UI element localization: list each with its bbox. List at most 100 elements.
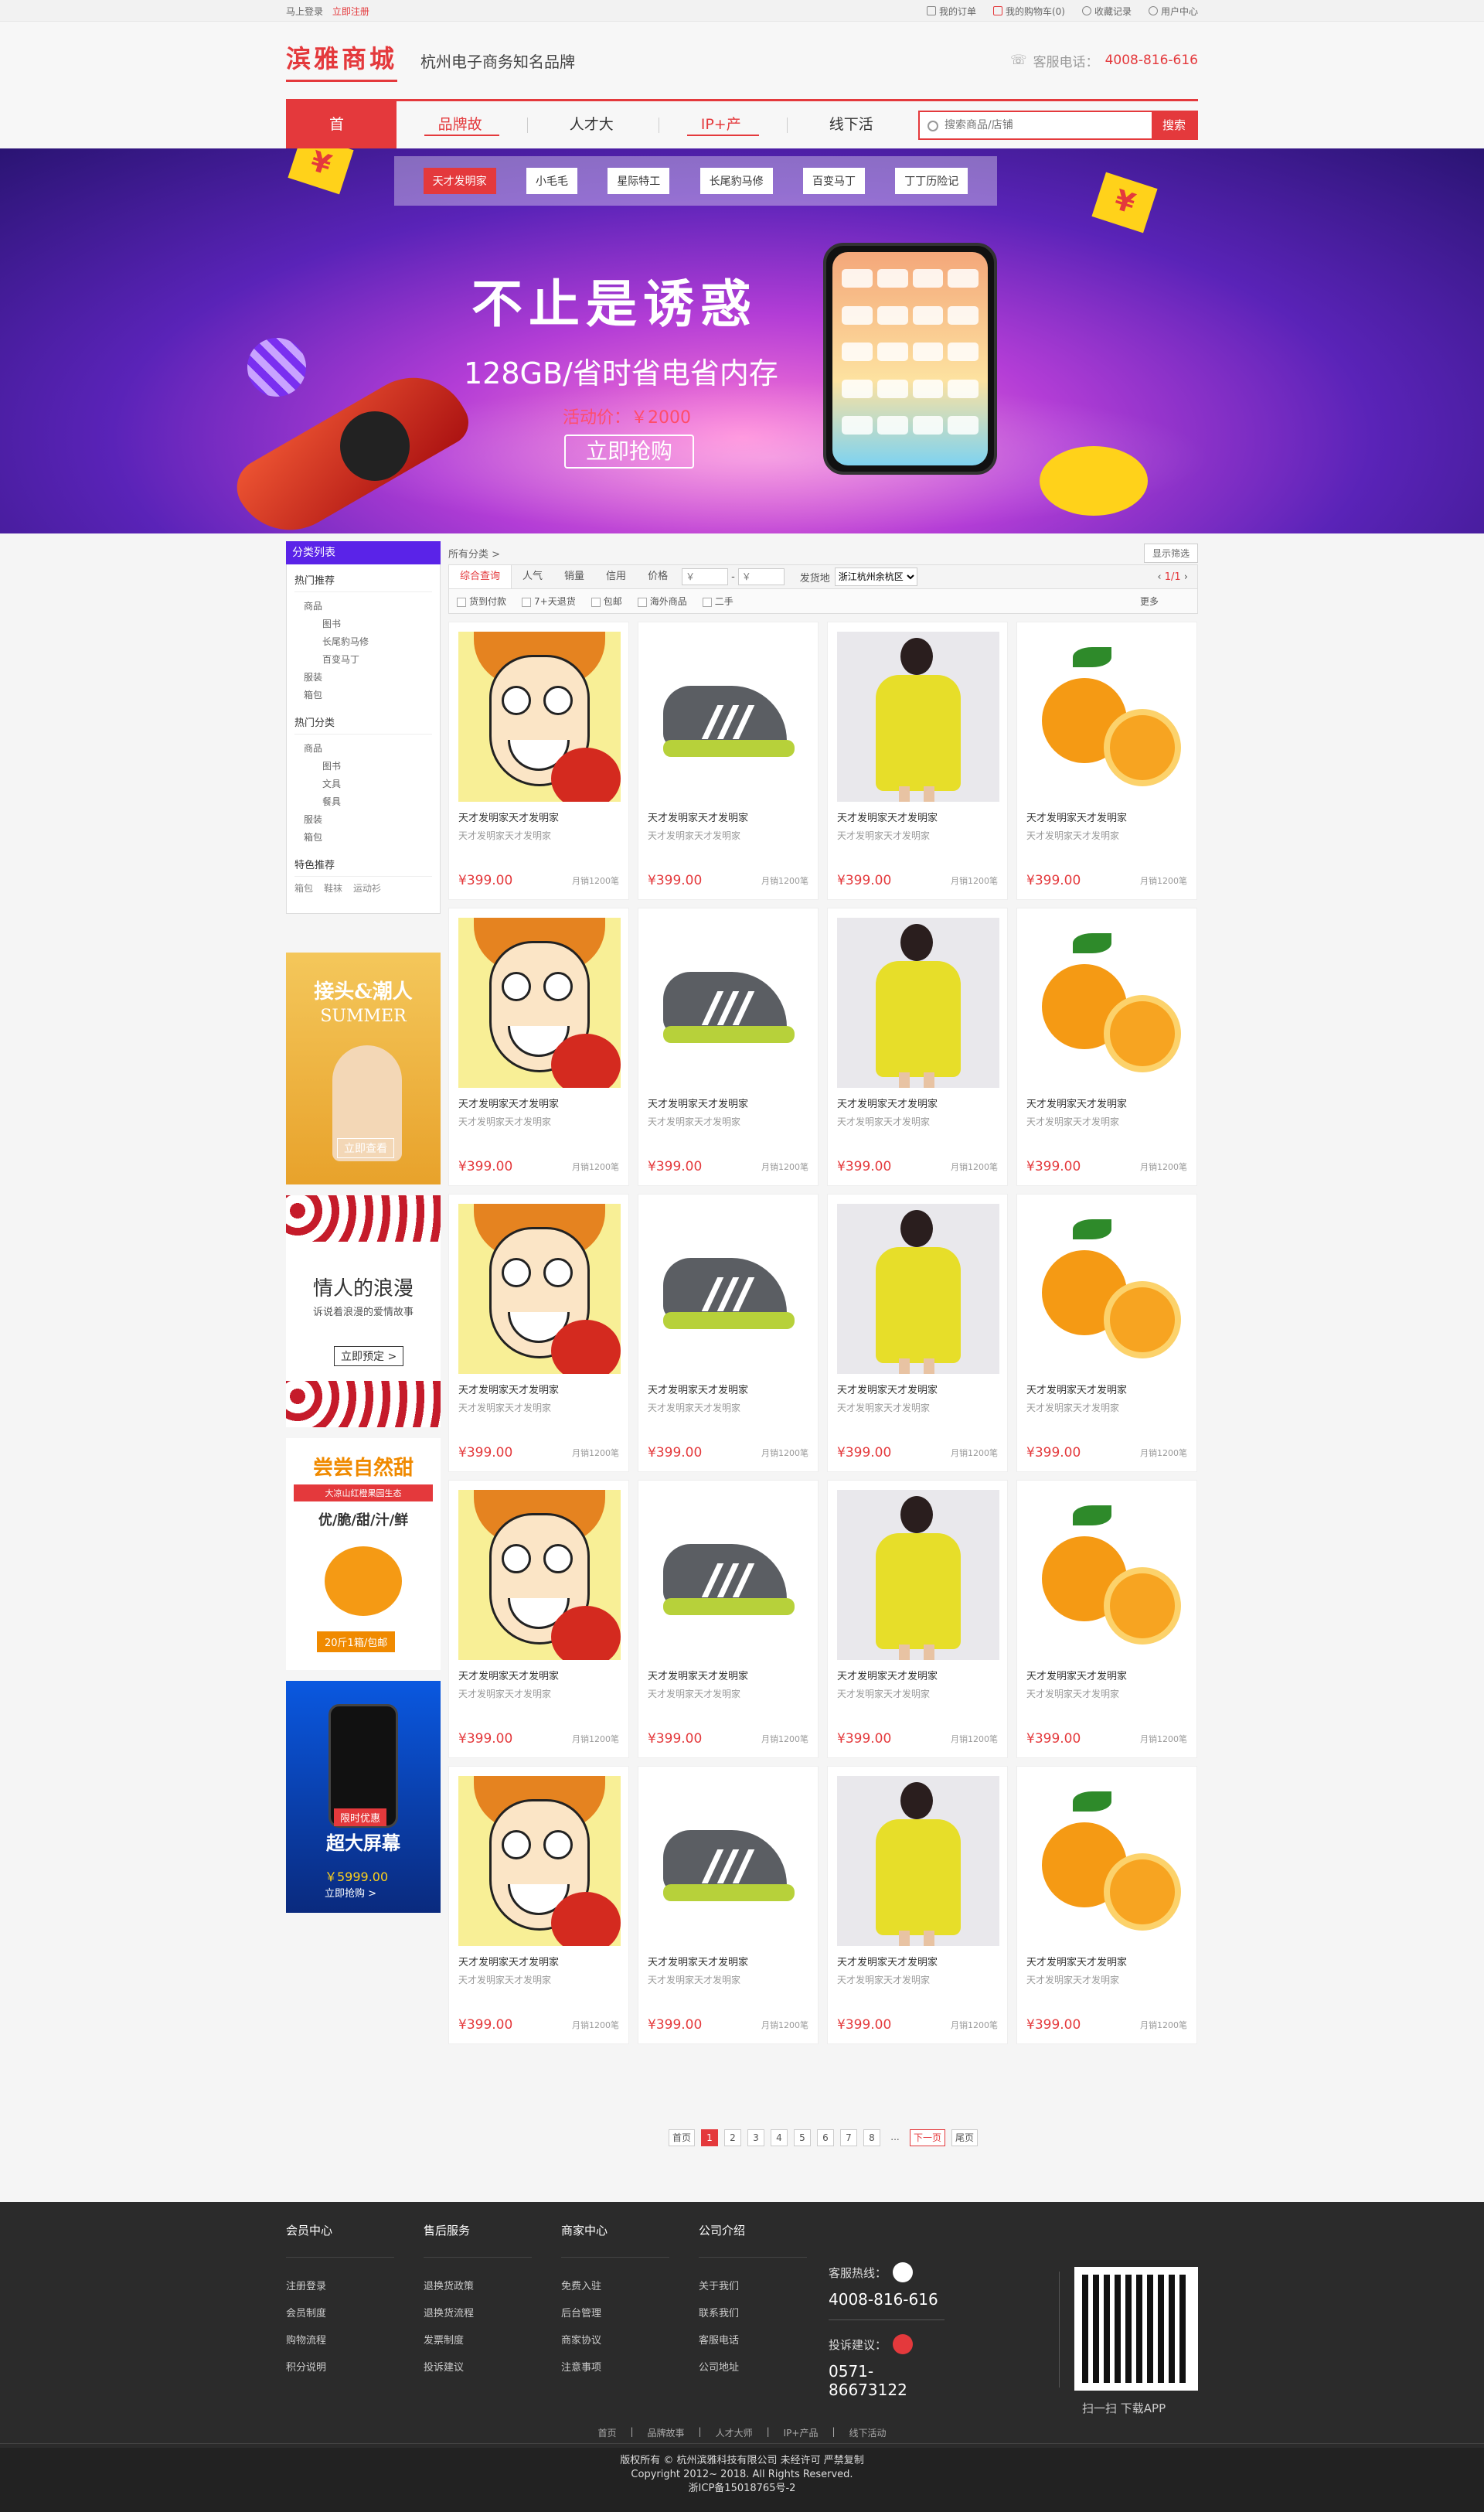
product-image[interactable] xyxy=(648,918,810,1088)
page-number[interactable]: 2 xyxy=(723,2129,741,2146)
sort-credit[interactable]: 信用 xyxy=(595,565,637,588)
product-name[interactable]: 天才发明家天才发明家 xyxy=(648,1954,808,1968)
page-first[interactable]: 首页 xyxy=(668,2129,695,2146)
product-name[interactable]: 天才发明家天才发明家 xyxy=(1026,1382,1187,1396)
page-number[interactable]: 3 xyxy=(747,2129,764,2146)
category-item[interactable]: 餐具 xyxy=(294,792,432,810)
page-number[interactable]: 4 xyxy=(770,2129,788,2146)
checkbox[interactable] xyxy=(591,597,601,607)
footer-link[interactable]: 注册登录 xyxy=(286,2272,424,2299)
product-image[interactable] xyxy=(1026,918,1189,1088)
special-item[interactable]: 鞋袜 xyxy=(324,881,342,895)
product-image[interactable] xyxy=(458,1490,621,1660)
checkbox[interactable] xyxy=(522,597,532,607)
product-image[interactable] xyxy=(837,918,999,1088)
product-card[interactable]: 天才发明家天才发明家 天才发明家天才发明家 ¥399.00 月销1200笔 xyxy=(827,1766,1008,2044)
product-name[interactable]: 天才发明家天才发明家 xyxy=(1026,1096,1187,1110)
footer-link[interactable]: 退换货政策 xyxy=(424,2272,561,2299)
filter-second-hand[interactable]: 二手 xyxy=(702,595,733,608)
user-center-link[interactable]: 用户中心 xyxy=(1148,5,1198,18)
product-card[interactable]: 天才发明家天才发明家 天才发明家天才发明家 ¥399.00 月销1200笔 xyxy=(827,1194,1008,1472)
category-item[interactable]: 文具 xyxy=(294,775,432,792)
category-item[interactable]: 图书 xyxy=(294,757,432,775)
footer-link[interactable]: 公司地址 xyxy=(699,2353,836,2380)
page-number[interactable]: 5 xyxy=(793,2129,811,2146)
product-card[interactable]: 天才发明家天才发明家 天才发明家天才发明家 ¥399.00 月销1200笔 xyxy=(448,1766,629,2044)
product-image[interactable] xyxy=(837,1490,999,1660)
banner-tag[interactable]: 百变马丁 xyxy=(802,168,865,194)
product-name[interactable]: 天才发明家天才发明家 xyxy=(648,1096,808,1110)
login-link[interactable]: 马上登录 xyxy=(286,6,323,17)
page-number[interactable]: 7 xyxy=(839,2129,857,2146)
ship-from-select[interactable]: 浙江杭州余杭区 xyxy=(834,568,917,586)
sort-sales[interactable]: 销量 xyxy=(553,565,595,588)
category-item[interactable]: 商品 xyxy=(294,597,432,615)
product-card[interactable]: 天才发明家天才发明家 天才发明家天才发明家 ¥399.00 月销1200笔 xyxy=(827,622,1008,900)
footer-link[interactable]: 发票制度 xyxy=(424,2326,561,2353)
category-item[interactable]: 长尾豹马修 xyxy=(294,632,432,650)
product-name[interactable]: 天才发明家天才发明家 xyxy=(648,809,808,824)
page-number[interactable]: 6 xyxy=(816,2129,834,2146)
footer-link[interactable]: 客服电话 xyxy=(699,2326,836,2353)
product-card[interactable]: 天才发明家天才发明家 天才发明家天才发明家 ¥399.00 月销1200笔 xyxy=(448,622,629,900)
product-card[interactable]: 天才发明家天才发明家 天才发明家天才发明家 ¥399.00 月销1200笔 xyxy=(448,908,629,1186)
product-name[interactable]: 天才发明家天才发明家 xyxy=(1026,809,1187,824)
footer-link[interactable]: 后台管理 xyxy=(561,2299,699,2326)
footer-link[interactable]: 投诉建议 xyxy=(424,2353,561,2380)
product-card[interactable]: 天才发明家天才发明家 天才发明家天才发明家 ¥399.00 月销1200笔 xyxy=(448,1194,629,1472)
product-image[interactable] xyxy=(1026,1490,1189,1660)
product-name[interactable]: 天才发明家天才发明家 xyxy=(648,1382,808,1396)
product-card[interactable]: 天才发明家天才发明家 天才发明家天才发明家 ¥399.00 月销1200笔 xyxy=(638,1766,819,2044)
product-image[interactable] xyxy=(458,1204,621,1374)
favorites-link[interactable]: 收藏记录 xyxy=(1081,5,1132,18)
page-number[interactable]: 1 xyxy=(700,2129,718,2146)
filter-cod[interactable]: 货到付款 xyxy=(457,595,506,608)
product-card[interactable]: 天才发明家天才发明家 天才发明家天才发明家 ¥399.00 月销1200笔 xyxy=(827,908,1008,1186)
show-filter-button[interactable]: 显示筛选 xyxy=(1143,543,1198,563)
banner-tag[interactable]: 小毛毛 xyxy=(526,168,577,194)
filter-free-shipping[interactable]: 包邮 xyxy=(591,595,622,608)
footer-nav-link[interactable]: 首页 xyxy=(597,2426,616,2439)
footer-link[interactable]: 会员制度 xyxy=(286,2299,424,2326)
checkbox[interactable] xyxy=(702,597,712,607)
product-image[interactable] xyxy=(1026,632,1189,802)
ad-fashion[interactable]: 接头&潮人 SUMMER 立即查看 xyxy=(286,953,441,1184)
footer-nav-link[interactable]: IP+产品 xyxy=(784,2426,819,2439)
product-image[interactable] xyxy=(458,1776,621,1946)
product-name[interactable]: 天才发明家天才发明家 xyxy=(1026,1668,1187,1682)
footer-link[interactable]: 商家协议 xyxy=(561,2326,699,2353)
category-item[interactable]: 箱包 xyxy=(294,828,432,846)
footer-link[interactable]: 退换货流程 xyxy=(424,2299,561,2326)
sort-popularity[interactable]: 人气 xyxy=(512,565,553,588)
page-number[interactable]: 8 xyxy=(863,2129,880,2146)
footer-nav-link[interactable]: 线下活动 xyxy=(849,2426,887,2439)
footer-nav-link[interactable]: 品牌故事 xyxy=(648,2426,685,2439)
product-name[interactable]: 天才发明家天才发明家 xyxy=(1026,1954,1187,1968)
category-item[interactable]: 图书 xyxy=(294,615,432,632)
nav-brand-story[interactable]: 品牌故事 xyxy=(397,101,527,180)
cart-link[interactable]: 我的购物车(0) xyxy=(992,5,1065,18)
product-image[interactable] xyxy=(648,1490,810,1660)
product-name[interactable]: 天才发明家天才发明家 xyxy=(648,1668,808,1682)
product-name[interactable]: 天才发明家天才发明家 xyxy=(837,1954,998,1968)
product-card[interactable]: 天才发明家天才发明家 天才发明家天才发明家 ¥399.00 月销1200笔 xyxy=(1016,1480,1197,1758)
product-card[interactable]: 天才发明家天才发明家 天才发明家天才发明家 ¥399.00 月销1200笔 xyxy=(638,908,819,1186)
category-item[interactable]: 服装 xyxy=(294,810,432,828)
product-name[interactable]: 天才发明家天才发明家 xyxy=(458,809,619,824)
category-item[interactable]: 百变马丁 xyxy=(294,650,432,668)
product-card[interactable]: 天才发明家天才发明家 天才发明家天才发明家 ¥399.00 月销1200笔 xyxy=(448,1480,629,1758)
nav-ip-products[interactable]: IP+产品 xyxy=(659,101,787,180)
product-card[interactable]: 天才发明家天才发明家 天才发明家天才发明家 ¥399.00 月销1200笔 xyxy=(1016,908,1197,1186)
ad-phone[interactable]: 限时优惠 超大屏幕 ￥5999.00 立即抢购 > xyxy=(286,1681,441,1913)
orders-link[interactable]: 我的订单 xyxy=(926,5,976,18)
page-last[interactable]: 尾页 xyxy=(951,2129,979,2146)
nav-home[interactable]: 首页 xyxy=(286,101,397,180)
banner-tag[interactable]: 星际特工 xyxy=(608,168,670,194)
nav-talent[interactable]: 人才大师 xyxy=(528,101,659,180)
product-name[interactable]: 天才发明家天才发明家 xyxy=(458,1668,619,1682)
checkbox[interactable] xyxy=(637,597,647,607)
sort-price[interactable]: 价格 xyxy=(637,565,679,588)
search-input[interactable] xyxy=(920,111,1152,138)
logo[interactable]: 滨雅商城 xyxy=(286,39,398,82)
footer-link[interactable]: 注意事项 xyxy=(561,2353,699,2380)
